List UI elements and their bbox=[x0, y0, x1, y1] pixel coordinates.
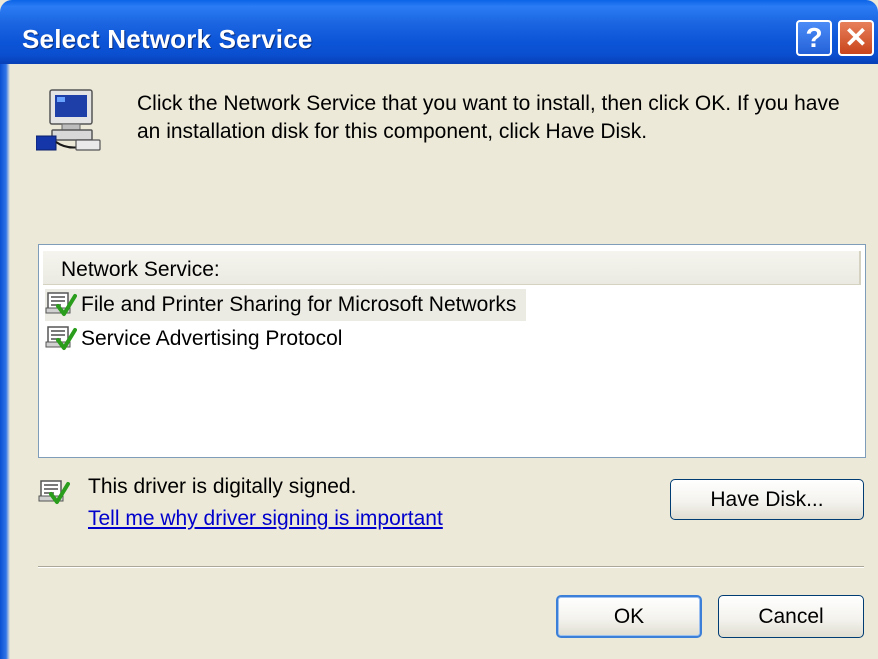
title-bar[interactable]: Select Network Service ? ✕ bbox=[0, 0, 878, 64]
close-button[interactable]: ✕ bbox=[838, 20, 874, 56]
list-item-label: Service Advertising Protocol bbox=[81, 327, 343, 350]
signed-driver-icon bbox=[45, 292, 77, 316]
list-column-header[interactable]: Network Service: bbox=[43, 251, 861, 285]
help-button[interactable]: ? bbox=[796, 20, 832, 56]
ok-button[interactable]: OK bbox=[556, 595, 702, 638]
dialog-title: Select Network Service bbox=[22, 24, 313, 54]
driver-signed-status: This driver is digitally signed. bbox=[88, 475, 357, 498]
have-disk-button[interactable]: Have Disk... bbox=[670, 479, 864, 520]
select-network-service-dialog: Select Network Service ? ✕ Click the Net… bbox=[0, 0, 878, 659]
cancel-button[interactable]: Cancel bbox=[718, 595, 864, 638]
list-item-label: File and Printer Sharing for Microsoft N… bbox=[81, 293, 517, 316]
window-frame-edge bbox=[0, 64, 10, 659]
list-header-label: Network Service: bbox=[61, 258, 220, 281]
network-service-listbox[interactable]: Network Service: File and Printer Sharin… bbox=[38, 244, 866, 458]
signed-driver-icon bbox=[45, 326, 77, 350]
list-item-file-printer-sharing[interactable]: File and Printer Sharing for Microsoft N… bbox=[45, 289, 527, 321]
network-computer-icon bbox=[36, 89, 101, 151]
instruction-text: Click the Network Service that you want … bbox=[137, 92, 840, 143]
driver-signing-help-link[interactable]: Tell me why driver signing is important bbox=[88, 507, 443, 531]
signed-driver-status-icon bbox=[38, 480, 70, 504]
separator bbox=[38, 566, 864, 568]
list-item-service-advertising-protocol[interactable]: Service Advertising Protocol bbox=[45, 323, 352, 355]
